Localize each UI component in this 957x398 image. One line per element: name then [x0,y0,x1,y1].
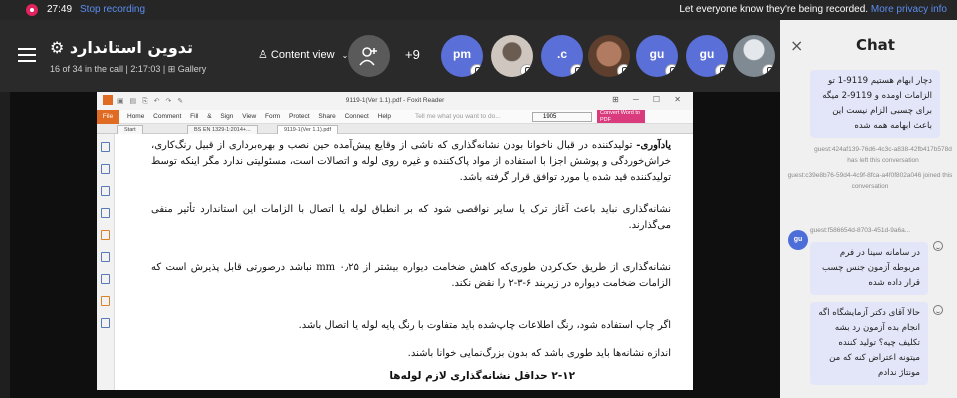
menu-protect[interactable]: Protect [289,113,310,120]
mic-icon [617,64,630,77]
menu-icon[interactable] [18,48,36,62]
ribbon-menu: File Home Comment Fill & Sign View Form … [97,110,693,124]
doc-tab[interactable]: Start [117,125,143,134]
document-tabs: Start BS EN 1329-1:2014+... 9119-1(Ver 1… [97,124,693,134]
chat-message: در سامانه سینا در فرم مربوطه آزمون جنس چ… [810,242,928,295]
chat-title: Chat [856,36,895,54]
recording-bar: 27:49 Stop recording Let everyone know t… [0,0,957,20]
participant-avatar[interactable] [733,35,775,77]
react-icon[interactable] [933,305,943,315]
search-input[interactable]: 1905 [532,112,592,122]
note-text: تولیدکننده در قبال ناخوانا بودن نشانه‌گذ… [151,140,671,183]
menu-fill-sign[interactable]: Fill & Sign [190,113,233,120]
chat-message: حالا آقای دکتر آزمایشگاه اگه انجام بده آ… [810,302,928,385]
note-lead: یادآوری- [636,140,671,151]
sender-avatar[interactable]: gu [788,230,808,250]
muted-mic-icon [570,64,583,77]
content-view-icon: ♙ [258,49,271,61]
participant-avatar[interactable] [491,35,533,77]
menu-view[interactable]: View [242,113,256,120]
doc-tab-active[interactable]: 9119-1(Ver 1.1).pdf [277,125,338,134]
avatar-initials: .c [556,47,567,61]
link-icon[interactable] [101,252,110,262]
more-participants-count[interactable]: +9 [405,47,420,62]
meeting-header: ⚙ تدوین استاندارد 16 of 34 in the call |… [0,20,780,92]
tell-me-field[interactable]: Tell me what you want to do... [415,113,501,120]
paragraph-note: یادآوری- تولیدکننده در قبال ناخوانا بودن… [151,138,671,186]
menu-comment[interactable]: Comment [153,113,181,120]
participant-avatar[interactable]: .c [541,35,583,77]
add-person-icon [359,47,377,66]
search-panel-icon[interactable] [101,274,110,284]
add-people-button[interactable] [348,35,390,77]
menu-share[interactable]: Share [318,113,335,120]
react-icon[interactable] [933,241,943,251]
participant-avatar[interactable]: gu [636,35,678,77]
avatar-initials: gu [699,47,715,61]
content-view-dropdown[interactable]: ♙ Content view ⌄ [258,48,348,61]
participant-avatar[interactable]: pm [441,35,483,77]
avatar-initials: pm [453,47,471,61]
paragraph: اگر چاپ استفاده شود، رنگ اطلاعات چاپ‌شده… [298,320,671,331]
menu-home[interactable]: Home [127,113,144,120]
content-view-label: Content view [270,49,335,61]
participant-avatar[interactable]: gu [686,35,728,77]
recording-time: 27:49 [47,4,73,15]
pages-icon[interactable] [101,164,110,174]
system-message: guest:424af139-76d6-4c3c-a838-42fb417b57… [814,146,952,164]
avatar-initials: gu [649,47,665,61]
stop-recording-link[interactable]: Stop recording [80,4,145,15]
bookmark-icon[interactable] [101,142,110,152]
meeting-title: ⚙ تدوین استاندارد [50,38,194,57]
paragraph: نشانه‌گذاری از طریق حک‌کردن طوری‌که کاهش… [151,262,672,289]
menu-help[interactable]: Help [378,113,391,120]
muted-mic-icon [520,64,533,77]
system-message: guest:c39e8b76-59d4-4c9f-8fca-a4f0f802a0… [787,172,953,190]
menu-connect[interactable]: Connect [345,113,369,120]
foxit-reader-window: ▣ ▤ ⎘ ↶ ↷ ✎ 9119-1(Ver 1.1).pdf - Foxit … [97,92,693,390]
recording-icon [26,4,38,16]
signature-icon[interactable] [101,318,110,328]
security-icon[interactable] [101,296,110,306]
privacy-info-link[interactable]: More privacy info [871,4,947,15]
app-title: 9119-1(Ver 1.1).pdf - Foxit Reader [345,97,445,104]
recording-notice: Let everyone know they're being recorded… [679,4,947,15]
muted-mic-icon [762,64,775,77]
attachments-icon[interactable] [101,230,110,240]
section-heading: ۲-۱۲ حداقل نشانه‌گذاری لازم لوله‌ها [389,370,575,382]
layers-icon[interactable] [101,186,110,196]
shared-screen: ▣ ▤ ⎘ ↶ ↷ ✎ 9119-1(Ver 1.1).pdf - Foxit … [10,92,780,398]
pdf-page: یادآوری- تولیدکننده در قبال ناخوانا بودن… [127,134,685,390]
convert-word-button[interactable]: Convert Word to PDF [597,110,645,123]
paragraph: اندازه نشانه‌ها باید طوری باشد که بدون ب… [407,348,671,359]
participant-avatar[interactable] [588,35,630,77]
muted-mic-icon [470,64,483,77]
chat-message: دچار ابهام هستیم 9119-1 تو الزامات اومده… [810,70,940,138]
comments-icon[interactable] [101,208,110,218]
file-menu[interactable]: File [97,110,119,124]
window-controls[interactable]: ⊞ ─ ☐ ✕ [612,95,687,104]
muted-mic-icon [715,64,728,77]
muted-mic-icon [665,64,678,77]
chat-panel: × Chat دچار ابهام هستیم 9119-1 تو الزاما… [780,20,957,398]
app-titlebar: ▣ ▤ ⎘ ↶ ↷ ✎ 9119-1(Ver 1.1).pdf - Foxit … [97,92,693,110]
menu-form[interactable]: Form [265,113,280,120]
recording-notice-text: Let everyone know they're being recorded… [679,4,869,15]
meeting-subtitle[interactable]: 16 of 34 in the call | 2:17:03 | ⊞ Galle… [50,64,206,75]
sender-name: guest:f586654d-8703-451d-9a6a... [810,227,911,234]
left-toolbar [97,134,115,390]
doc-tab[interactable]: BS EN 1329-1:2014+... [187,125,258,134]
paragraph: نشانه‌گذاری نباید باعث آغاز ترک یا سایر … [151,204,671,231]
menu-items: Home Comment Fill & Sign View Form Prote… [127,113,391,120]
meeting-window: 27:49 Stop recording Let everyone know t… [0,0,957,398]
